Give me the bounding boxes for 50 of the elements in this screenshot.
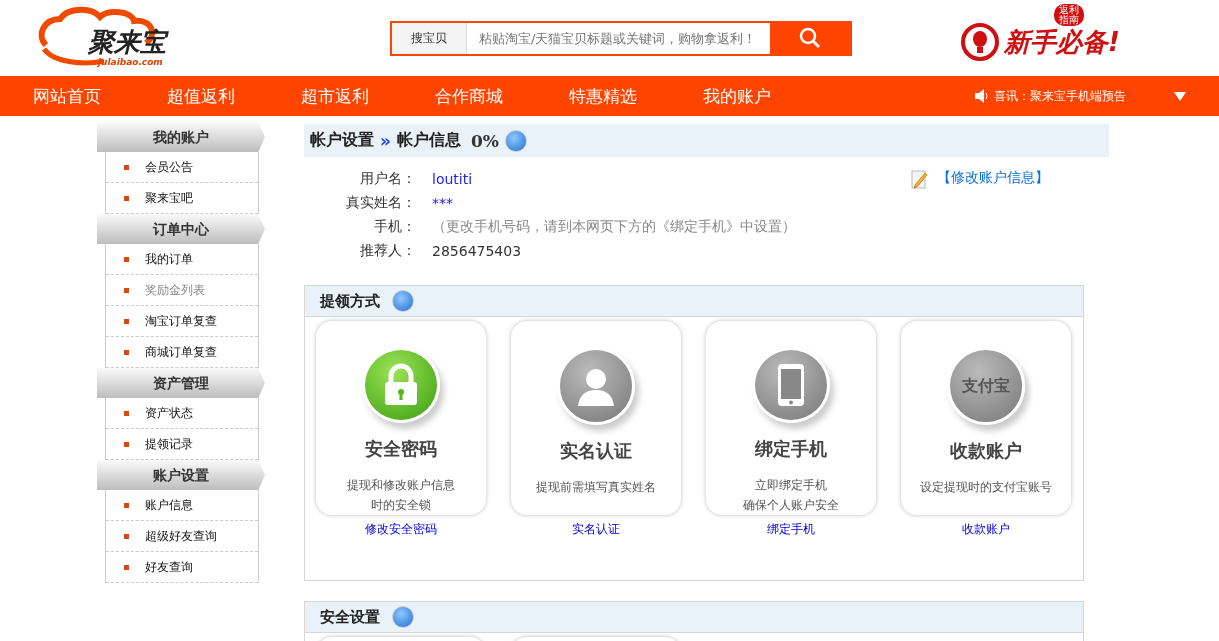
sidebar-item[interactable]: 好友查询 [106, 552, 258, 583]
card-title: 安全密码 [365, 437, 437, 461]
coin-icon: 支付宝 [947, 347, 1025, 425]
pencil-icon [911, 169, 929, 189]
field-value: loutiti [432, 171, 473, 187]
card-title: 收款账户 [950, 439, 1022, 463]
card-description: 提现前需填写真实姓名 [536, 479, 656, 496]
search-icon [798, 26, 822, 50]
field-label: 用户名： [359, 170, 416, 188]
search-tab[interactable]: 搜宝贝 [392, 22, 467, 54]
card-title: 实名认证 [560, 439, 632, 463]
field-value: 2856475403 [432, 243, 522, 259]
field-value: *** [432, 195, 453, 211]
sidebar-item[interactable]: 超级好友查询 [106, 521, 258, 552]
card-description: 设定提现时的支付宝账号 [920, 479, 1052, 496]
breadcrumb-separator: » [380, 130, 391, 151]
promo-badge: 返利指南 [1054, 4, 1084, 26]
completion-percent: 0% [471, 130, 499, 151]
breadcrumb-current: 帐户信息 [397, 130, 461, 151]
card-description: 确保个人账户安全 [743, 497, 839, 514]
promo-title[interactable]: 新手必备! [1004, 24, 1120, 60]
card-description: 时的安全锁 [371, 497, 431, 514]
sidebar-item[interactable]: 资产状态 [106, 398, 258, 429]
sidebar-item[interactable]: 我的订单 [106, 244, 258, 275]
card-title: 绑定手机 [755, 437, 827, 461]
field-value: （更改手机号码，请到本网页下方的《绑定手机》中设置） [432, 218, 796, 236]
section-title: 提领方式 [320, 291, 380, 311]
sidebar-item[interactable]: 账户信息 [106, 490, 258, 521]
card-description: 立即绑定手机 [755, 477, 827, 494]
breadcrumb-parent[interactable]: 帐户设置 [310, 130, 374, 151]
bulb-icon [960, 22, 1000, 62]
card-link[interactable]: 修改安全密码 [365, 521, 437, 538]
sidebar-item[interactable]: 会员公告 [106, 152, 258, 183]
card-link[interactable]: 实名认证 [572, 521, 620, 538]
field-label: 手机： [373, 218, 416, 236]
edit-account-link[interactable]: 【修改账户信息】 [937, 169, 1049, 187]
card-link[interactable]: 绑定手机 [767, 521, 815, 538]
sidebar-item[interactable]: 淘宝订单复查 [106, 306, 258, 337]
card-description: 提现和修改账户信息 [347, 477, 455, 494]
sidebar-heading: 我的账户 [97, 122, 265, 152]
sidebar-heading: 资产管理 [97, 368, 265, 398]
sidebar-heading: 账户设置 [97, 460, 265, 490]
field-label: 推荐人： [359, 242, 416, 260]
caret-icon[interactable] [1174, 91, 1186, 101]
section-title: 安全设置 [320, 607, 380, 627]
card-link[interactable]: 收款账户 [962, 521, 1010, 538]
search-button[interactable] [770, 22, 850, 54]
field-label: 真实姓名： [345, 194, 416, 212]
speaker-icon [974, 89, 990, 103]
sidebar-heading: 订单中心 [97, 214, 265, 244]
